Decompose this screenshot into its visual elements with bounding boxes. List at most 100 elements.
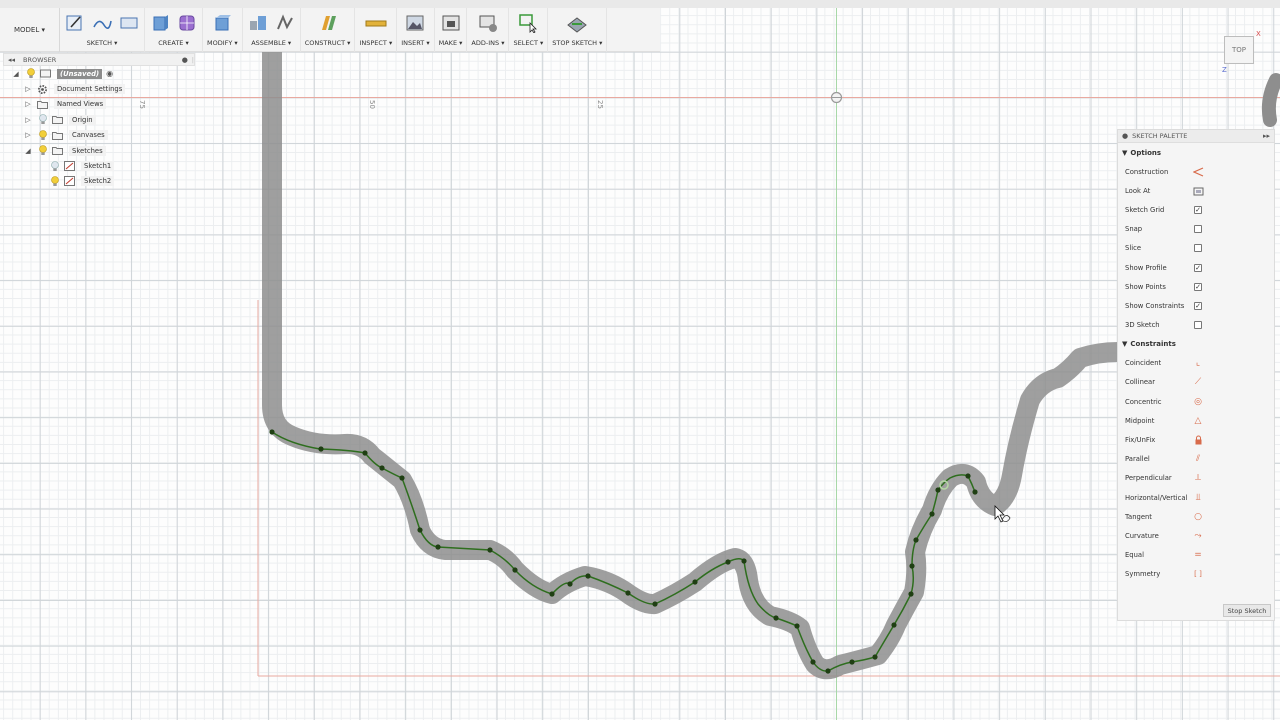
option-slice[interactable]: Slice bbox=[1118, 239, 1274, 258]
expanded-triangle-icon[interactable]: ◢ bbox=[23, 147, 33, 155]
view-cube[interactable]: TOP X Z bbox=[1218, 28, 1266, 78]
construction-icon[interactable] bbox=[1192, 166, 1204, 178]
browser-item-sketch2[interactable]: Sketch2 bbox=[3, 174, 195, 189]
constraint-equal[interactable]: Equal = bbox=[1118, 546, 1274, 565]
symmetry-icon[interactable]: [ ] bbox=[1192, 568, 1204, 580]
toolbar-group-make[interactable]: MAKE ▾ bbox=[435, 8, 468, 52]
lock-icon[interactable] bbox=[1192, 434, 1204, 446]
extrude-icon[interactable] bbox=[149, 13, 171, 33]
tangent-icon[interactable]: ○ bbox=[1192, 511, 1204, 523]
constraint-curvature[interactable]: Curvature ⤳ bbox=[1118, 526, 1274, 545]
snap-checkbox[interactable] bbox=[1194, 225, 1202, 234]
collapsed-triangle-icon[interactable]: ▷ bbox=[23, 116, 33, 124]
palette-header[interactable]: ● SKETCH PALETTE ▸▸ bbox=[1118, 130, 1274, 143]
toolbar-group-construct[interactable]: CONSTRUCT ▾ bbox=[301, 8, 356, 52]
slice-checkbox[interactable] bbox=[1194, 244, 1202, 253]
show-profile-checkbox[interactable]: ✓ bbox=[1194, 263, 1202, 272]
3d-sketch-checkbox[interactable] bbox=[1194, 321, 1202, 330]
constraint-collinear[interactable]: Collinear ⟋ bbox=[1118, 373, 1274, 392]
browser-item-document-settings[interactable]: ▷ Document Settings bbox=[3, 81, 195, 96]
constraint-tangent[interactable]: Tangent ○ bbox=[1118, 507, 1274, 526]
measure-icon[interactable] bbox=[365, 13, 387, 33]
lightbulb-off-icon[interactable] bbox=[37, 114, 48, 125]
active-radio-icon[interactable]: ◉ bbox=[106, 69, 113, 78]
toolbar-group-insert[interactable]: INSERT ▾ bbox=[397, 8, 435, 52]
browser-item-origin[interactable]: ▷ Origin bbox=[3, 112, 195, 127]
concentric-icon[interactable]: ◎ bbox=[1192, 396, 1204, 408]
collapse-arrows-icon[interactable]: ◂◂ bbox=[8, 56, 15, 64]
option-3d-sketch[interactable]: 3D Sketch bbox=[1118, 316, 1274, 335]
constraint-fix-unfix[interactable]: Fix/UnFix bbox=[1118, 430, 1274, 449]
stop-sketch-button[interactable]: Stop Sketch bbox=[1223, 604, 1271, 617]
view-cube-face[interactable]: TOP bbox=[1224, 36, 1254, 64]
lightbulb-icon[interactable] bbox=[49, 176, 60, 187]
toolbar-group-inspect[interactable]: INSPECT ▾ bbox=[355, 8, 398, 52]
constraint-symmetry[interactable]: Symmetry[ ] bbox=[1118, 565, 1274, 584]
joint-icon[interactable] bbox=[274, 13, 296, 33]
pin-icon[interactable]: ● bbox=[182, 56, 188, 64]
show-points-checkbox[interactable]: ✓ bbox=[1194, 282, 1202, 291]
rectangle-icon[interactable] bbox=[118, 13, 140, 33]
constraint-horizontal-vertical[interactable]: Horizontal/Vertical ⫫ bbox=[1118, 488, 1274, 507]
browser-item-sketch1[interactable]: Sketch1 bbox=[3, 158, 195, 173]
collapsed-triangle-icon[interactable]: ▷ bbox=[23, 131, 33, 139]
toolbar-group-sketch[interactable]: SKETCH ▾ bbox=[60, 8, 145, 52]
equal-icon[interactable]: = bbox=[1192, 549, 1204, 561]
offset-profile[interactable] bbox=[262, 30, 1128, 680]
collinear-icon[interactable]: ⟋ bbox=[1192, 376, 1204, 388]
browser-item-sketches[interactable]: ◢ Sketches bbox=[3, 143, 195, 158]
constraint-parallel[interactable]: Parallel ⫽ bbox=[1118, 450, 1274, 469]
option-show-constraints[interactable]: Show Constraints ✓ bbox=[1118, 296, 1274, 315]
constraint-midpoint[interactable]: Midpoint △ bbox=[1118, 411, 1274, 430]
collapsed-triangle-icon[interactable]: ▷ bbox=[23, 85, 33, 93]
make-3d-print-icon[interactable] bbox=[440, 13, 462, 33]
constraint-perpendicular[interactable]: Perpendicular ⟂ bbox=[1118, 469, 1274, 488]
coincident-icon[interactable]: ⌞ bbox=[1192, 357, 1204, 369]
select-icon[interactable] bbox=[517, 13, 539, 33]
browser-item-canvases[interactable]: ▷ Canvases bbox=[3, 128, 195, 143]
midpoint-icon[interactable]: △ bbox=[1192, 415, 1204, 427]
constraint-concentric[interactable]: Concentric ◎ bbox=[1118, 392, 1274, 411]
browser-header[interactable]: ◂◂ BROWSER ● | bbox=[3, 53, 195, 66]
constraints-section-header[interactable]: ▼ Constraints bbox=[1118, 335, 1274, 354]
collapsed-triangle-icon[interactable]: ▷ bbox=[23, 100, 33, 108]
lightbulb-icon[interactable] bbox=[25, 68, 36, 79]
curvature-icon[interactable]: ⤳ bbox=[1192, 530, 1204, 542]
toolbar-group-stop-sketch[interactable]: STOP SKETCH ▾ bbox=[548, 8, 608, 52]
toolbar-group-assemble[interactable]: ASSEMBLE ▾ bbox=[243, 8, 301, 52]
offset-plane-icon[interactable] bbox=[317, 13, 339, 33]
toolbar-group-modify[interactable]: MODIFY ▾ bbox=[203, 8, 243, 52]
parallel-icon[interactable]: ⫽ bbox=[1192, 453, 1204, 465]
option-look-at[interactable]: Look At bbox=[1118, 181, 1274, 200]
option-construction[interactable]: Construction bbox=[1118, 162, 1274, 181]
expanded-triangle-icon[interactable]: ◢ bbox=[11, 70, 21, 78]
toolbar-group-create[interactable]: CREATE ▾ bbox=[145, 8, 203, 52]
option-show-profile[interactable]: Show Profile ✓ bbox=[1118, 258, 1274, 277]
show-constraints-checkbox[interactable]: ✓ bbox=[1194, 301, 1202, 310]
form-icon[interactable] bbox=[176, 13, 198, 33]
lightbulb-off-icon[interactable] bbox=[49, 160, 60, 172]
browser-item-named-views[interactable]: ▷ Named Views bbox=[3, 97, 195, 112]
stop-sketch-icon[interactable] bbox=[566, 13, 588, 33]
addins-icon[interactable] bbox=[477, 13, 499, 33]
press-pull-icon[interactable] bbox=[211, 13, 233, 33]
spline-icon[interactable] bbox=[91, 13, 113, 33]
lightbulb-icon[interactable] bbox=[37, 145, 48, 156]
option-snap[interactable]: Snap bbox=[1118, 220, 1274, 239]
look-at-icon[interactable] bbox=[1192, 185, 1204, 197]
expand-arrows-icon[interactable]: ▸▸ bbox=[1263, 132, 1270, 140]
sketch-grid-checkbox[interactable]: ✓ bbox=[1194, 205, 1202, 214]
insert-image-icon[interactable] bbox=[404, 13, 426, 33]
constraint-coincident[interactable]: Coincident ⌞ bbox=[1118, 354, 1274, 373]
option-sketch-grid[interactable]: Sketch Grid ✓ bbox=[1118, 200, 1274, 219]
horizontal-vertical-icon[interactable]: ⫫ bbox=[1192, 492, 1204, 504]
perpendicular-icon[interactable]: ⟂ bbox=[1192, 472, 1204, 484]
workspace-switcher[interactable]: MODEL ▾ bbox=[0, 8, 60, 52]
option-show-points[interactable]: Show Points ✓ bbox=[1118, 277, 1274, 296]
options-section-header[interactable]: ▼ Options bbox=[1118, 143, 1274, 162]
sketch-create-icon[interactable] bbox=[64, 13, 86, 33]
lightbulb-icon[interactable] bbox=[37, 129, 48, 141]
browser-item-root[interactable]: ◢ (Unsaved) ◉ bbox=[3, 66, 195, 81]
toolbar-group-addins[interactable]: ADD-INS ▾ bbox=[467, 8, 510, 52]
toolbar-group-select[interactable]: SELECT ▾ bbox=[509, 8, 549, 52]
